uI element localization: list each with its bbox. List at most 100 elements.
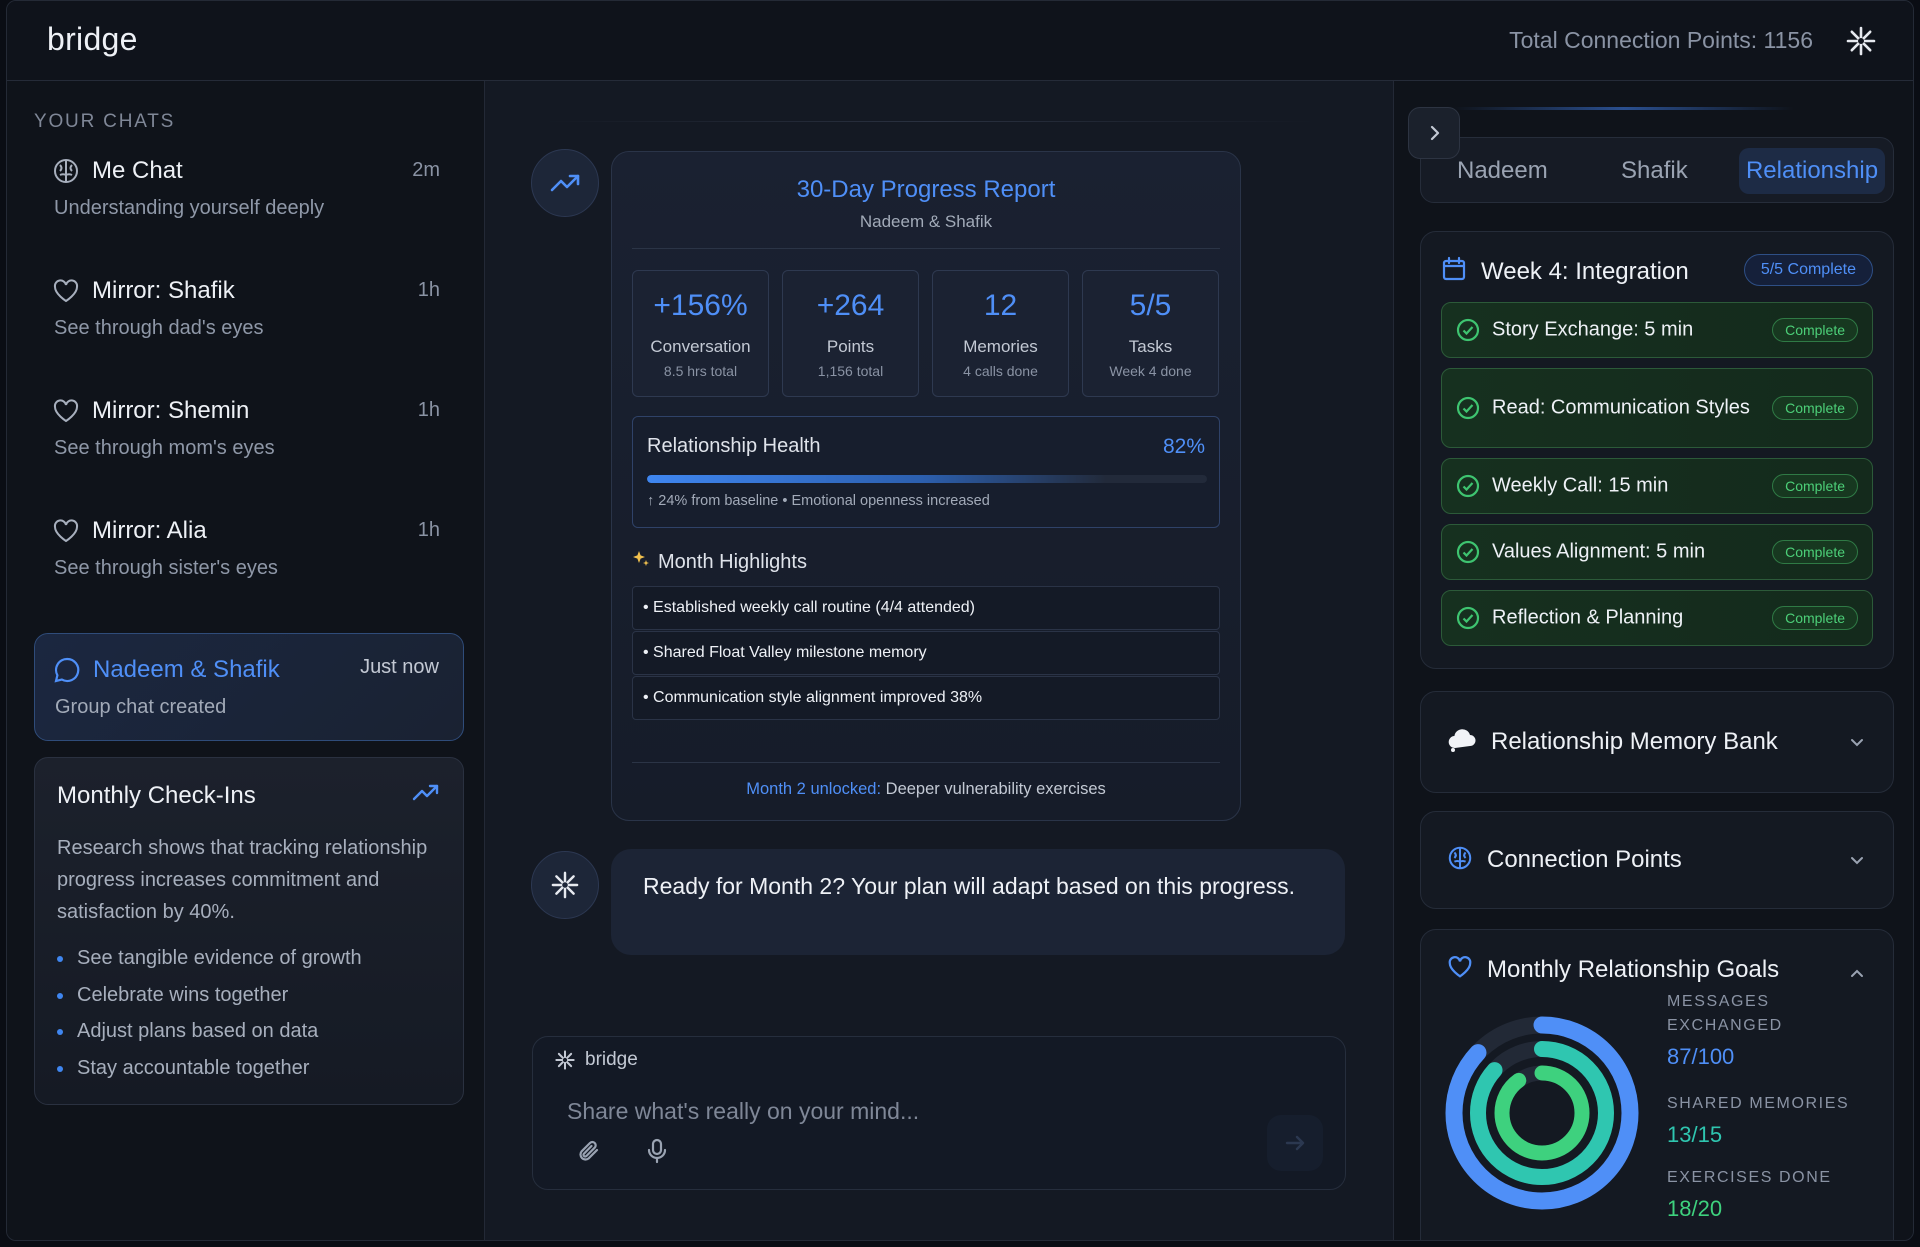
goal-exercises: EXERCISES DONE 18/20 [1667, 1166, 1867, 1222]
task-status-badge: Complete [1772, 318, 1858, 342]
unlock-label: Month 2 unlocked: [746, 780, 882, 798]
chat-item-title: Nadeem & Shafik [93, 656, 280, 683]
unlock-text: Deeper vulnerability exercises [881, 780, 1106, 798]
task-status-badge: Complete [1772, 474, 1858, 498]
tab-relationship[interactable]: Relationship [1739, 148, 1885, 194]
goals-header[interactable]: Monthly Relationship Goals [1447, 954, 1779, 985]
divider [632, 762, 1220, 763]
goal-value: 18/20 [1667, 1196, 1723, 1221]
chat-item-nadeem-shafik[interactable]: Nadeem & Shafik Just now Group chat crea… [34, 633, 464, 741]
composer-brand-label: bridge [585, 1049, 638, 1070]
stat-sub: 1,156 total [817, 363, 884, 379]
arrow-right-icon [1285, 1135, 1305, 1151]
task-item[interactable]: Read: Communication Styles Complete [1441, 368, 1873, 448]
stat-value: +264 [816, 289, 885, 322]
highlight-item: • Shared Float Valley milestone memory [632, 631, 1220, 675]
goal-memories: SHARED MEMORIES 13/15 [1667, 1092, 1867, 1148]
goal-label: EXERCISES DONE [1667, 1169, 1832, 1186]
chat-item-time: 1h [417, 519, 440, 541]
top-bar: bridge Total Connection Points: 1156 [7, 1, 1913, 81]
goal-value: 87/100 [1667, 1044, 1735, 1069]
check-circle-icon [1456, 396, 1480, 420]
chat-item-subtitle: See through dad's eyes [54, 317, 264, 339]
task-label: Story Exchange: 5 min [1492, 318, 1694, 341]
message-composer: bridge [532, 1036, 1346, 1190]
health-note: ↑ 24% from baseline • Emotional openness… [647, 493, 990, 509]
health-progress-fill [647, 475, 1107, 483]
tab-nadeem[interactable]: Nadeem [1457, 148, 1548, 194]
week-complete-badge: 5/5 Complete [1743, 254, 1873, 286]
chevron-right-icon [1430, 125, 1440, 141]
total-connection-points: Total Connection Points: 1156 [1509, 27, 1813, 53]
stat-sub: Week 4 done [1109, 363, 1192, 379]
chat-item-mirror-shemin[interactable]: Mirror: Shemin 1h See through mom's eyes [34, 381, 464, 481]
highlight-item: • Communication style alignment improved… [632, 676, 1220, 720]
message-text: Ready for Month 2? Your plan will adapt … [643, 873, 1296, 899]
connection-points-accordion[interactable]: Connection Points [1420, 811, 1894, 909]
checkins-list: See tangible evidence of growth Celebrat… [57, 940, 362, 1086]
chat-bubble-icon [53, 656, 81, 684]
task-label: Reflection & Planning [1492, 606, 1684, 629]
week-header: Week 4: Integration [1441, 256, 1689, 287]
paperclip-icon[interactable] [575, 1137, 603, 1165]
stat-label: Memories [963, 337, 1038, 356]
task-item[interactable]: Values Alignment: 5 min Complete [1441, 524, 1873, 580]
goal-label: MESSAGES EXCHANGED [1667, 993, 1783, 1034]
check-circle-icon [1456, 540, 1480, 564]
collapse-panel-button[interactable] [1408, 107, 1460, 159]
top-divider [545, 121, 1315, 122]
task-item[interactable]: Story Exchange: 5 min Complete [1441, 302, 1873, 358]
composer-brand: bridge [555, 1049, 638, 1071]
goal-messages: MESSAGES EXCHANGED 87/100 [1667, 990, 1867, 1070]
send-button[interactable] [1267, 1115, 1323, 1171]
sparkle-icon [551, 871, 579, 899]
check-circle-icon [1456, 606, 1480, 630]
monthly-goals-card: Monthly Relationship Goals MESSAGES EXCH… [1420, 929, 1894, 1240]
week-title: Week 4: Integration [1481, 257, 1689, 285]
task-label: Read: Communication Styles [1492, 396, 1750, 419]
list-item: Adjust plans based on data [57, 1013, 362, 1050]
goal-label: SHARED MEMORIES [1667, 1095, 1850, 1112]
task-status-badge: Complete [1772, 540, 1858, 564]
stat-memories: 12 Memories 4 calls done [932, 270, 1069, 397]
chevron-down-icon [1847, 850, 1867, 870]
chat-item-subtitle: Group chat created [55, 696, 227, 718]
tab-shafik[interactable]: Shafik [1621, 148, 1688, 194]
accordion-title: Connection Points [1487, 846, 1682, 873]
accordion-header: Relationship Memory Bank [1447, 692, 1778, 792]
assistant-message: Ready for Month 2? Your plan will adapt … [611, 849, 1345, 955]
calendar-icon [1441, 256, 1467, 287]
sparkle-icon[interactable] [1843, 23, 1879, 59]
task-item[interactable]: Reflection & Planning Complete [1441, 590, 1873, 646]
highlights-title: Month Highlights [658, 550, 807, 573]
chevron-up-icon[interactable] [1847, 964, 1867, 984]
highlight-item: • Established weekly call routine (4/4 a… [632, 586, 1220, 630]
list-item: Celebrate wins together [57, 977, 362, 1014]
progress-report-card: 30-Day Progress Report Nadeem & Shafik +… [611, 151, 1241, 821]
microphone-icon[interactable] [643, 1137, 671, 1165]
chat-item-title: Me Chat [92, 157, 183, 184]
app-window: bridge Total Connection Points: 1156 YOU… [6, 0, 1914, 1241]
accordion-title: Relationship Memory Bank [1491, 728, 1778, 755]
assistant-avatar [531, 149, 599, 217]
chevron-down-icon [1847, 732, 1867, 752]
task-item[interactable]: Weekly Call: 15 min Complete [1441, 458, 1873, 514]
chat-item-title: Mirror: Shafik [92, 277, 235, 304]
message-input[interactable] [567, 1091, 1227, 1131]
chat-item-me-chat[interactable]: Me Chat 2m Understanding yourself deeply [34, 141, 464, 241]
stat-value: 12 [983, 289, 1018, 322]
profile-tabs: Nadeem Shafik Relationship [1420, 137, 1894, 203]
heart-icon [1447, 954, 1473, 985]
trending-up-icon [411, 782, 441, 804]
app-logo[interactable]: bridge [47, 21, 138, 58]
heart-icon [52, 397, 80, 425]
chat-item-mirror-shafik[interactable]: Mirror: Shafik 1h See through dad's eyes [34, 261, 464, 361]
chat-item-mirror-alia[interactable]: Mirror: Alia 1h See through sister's eye… [34, 501, 464, 601]
list-item: See tangible evidence of growth [57, 940, 362, 977]
chat-item-time: Just now [360, 656, 439, 678]
stat-value: +156% [653, 289, 748, 322]
monthly-checkins-card: Monthly Check-Ins Research shows that tr… [34, 757, 464, 1105]
highlights-heading: Month Highlights [632, 550, 807, 574]
memory-bank-accordion[interactable]: Relationship Memory Bank [1420, 691, 1894, 793]
report-subtitle: Nadeem & Shafik [859, 212, 993, 231]
